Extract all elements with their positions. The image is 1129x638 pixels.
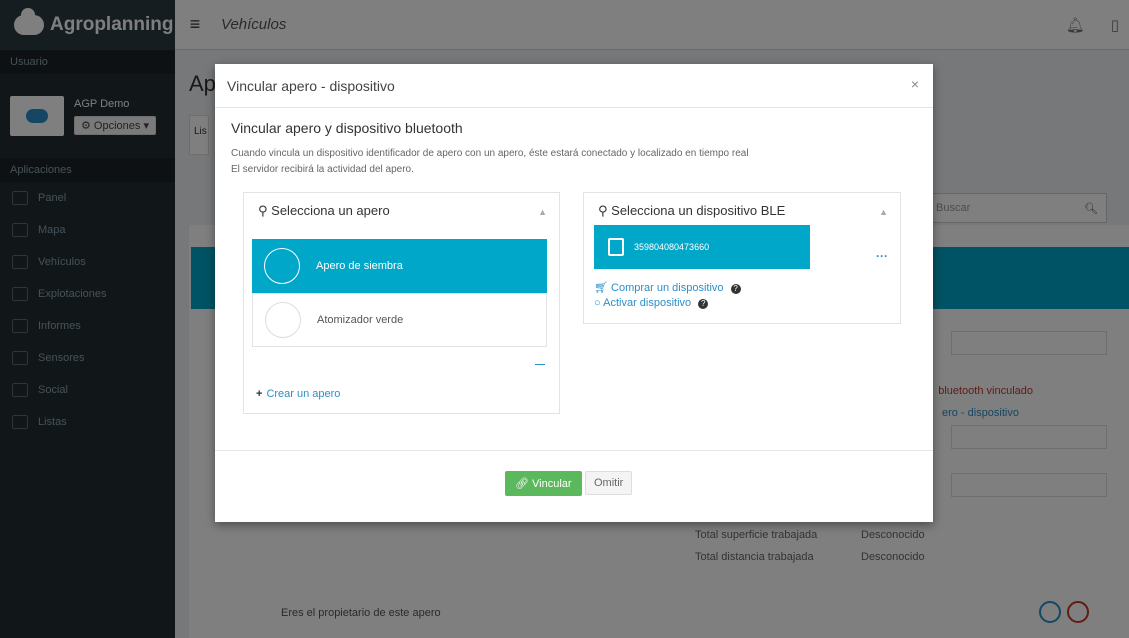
- more-icon[interactable]: —: [535, 359, 545, 370]
- vincular-button[interactable]: 🔗︎ Vincular: [505, 471, 582, 496]
- ble-panel: ⚲ Selecciona un dispositivo BLE ▲ 359804…: [583, 192, 901, 324]
- apero-item-label: Apero de siembra: [316, 260, 403, 272]
- chevron-up-icon[interactable]: ▲: [538, 207, 547, 217]
- cart-icon: 🛒︎: [594, 282, 608, 294]
- plus-icon: +: [256, 388, 263, 400]
- desc-line-1: Cuando vincula un dispositivo identifica…: [231, 148, 749, 159]
- create-apero-label: Crear un apero: [266, 388, 341, 400]
- modal-footer: 🔗︎ Vincular Omitir: [215, 450, 933, 510]
- modal-description: Cuando vincula un dispositivo identifica…: [231, 146, 749, 178]
- link-icon: 🔗︎: [515, 478, 529, 490]
- apero-avatar: [265, 302, 301, 338]
- apero-item-label: Atomizador verde: [317, 314, 404, 326]
- vincular-label: Vincular: [532, 478, 572, 490]
- modal-header: Vincular apero - dispositivo: [215, 64, 933, 108]
- more-icon[interactable]: ···: [876, 249, 888, 263]
- activate-device-link[interactable]: ○ Activar dispositivo ?: [594, 297, 709, 309]
- ble-panel-title: ⚲ Selecciona un dispositivo BLE: [598, 203, 785, 219]
- apero-panel-title-text: Selecciona un apero: [271, 203, 390, 218]
- create-apero-link[interactable]: + Crear un apero: [256, 388, 340, 400]
- link-modal: Vincular apero - dispositivo × Vincular …: [215, 64, 933, 522]
- apero-panel-title: ⚲ Selecciona un apero: [258, 203, 390, 219]
- help-icon[interactable]: ?: [730, 284, 741, 294]
- apero-avatar: [264, 248, 300, 284]
- ble-device-id: 359804080473660: [634, 242, 710, 252]
- ble-panel-title-text: Selecciona un dispositivo BLE: [611, 203, 786, 218]
- chevron-up-icon[interactable]: ▲: [879, 207, 888, 217]
- help-icon[interactable]: ?: [698, 299, 709, 309]
- modal-title: Vincular apero - dispositivo: [227, 77, 395, 94]
- apero-item[interactable]: Apero de siembra: [252, 239, 547, 293]
- modal-subtitle: Vincular apero y dispositivo bluetooth: [231, 120, 463, 136]
- tag-icon: ⚲: [258, 203, 268, 218]
- apero-item[interactable]: Atomizador verde: [252, 293, 547, 347]
- close-icon[interactable]: ×: [911, 76, 919, 92]
- ble-device-item[interactable]: 359804080473660: [594, 225, 810, 269]
- activate-device-label: Activar dispositivo: [603, 297, 692, 309]
- omitir-button[interactable]: Omitir: [585, 471, 633, 495]
- buy-device-link[interactable]: 🛒︎ Comprar un dispositivo ?: [594, 281, 741, 294]
- desc-line-2: El servidor recibirá la actividad del ap…: [231, 164, 414, 175]
- power-icon: ○: [594, 297, 601, 309]
- antenna-icon: [608, 238, 624, 256]
- apero-panel: ⚲ Selecciona un apero ▲ Apero de siembra…: [243, 192, 560, 414]
- buy-device-label: Comprar un dispositivo: [611, 282, 724, 294]
- tag-icon: ⚲: [598, 203, 608, 218]
